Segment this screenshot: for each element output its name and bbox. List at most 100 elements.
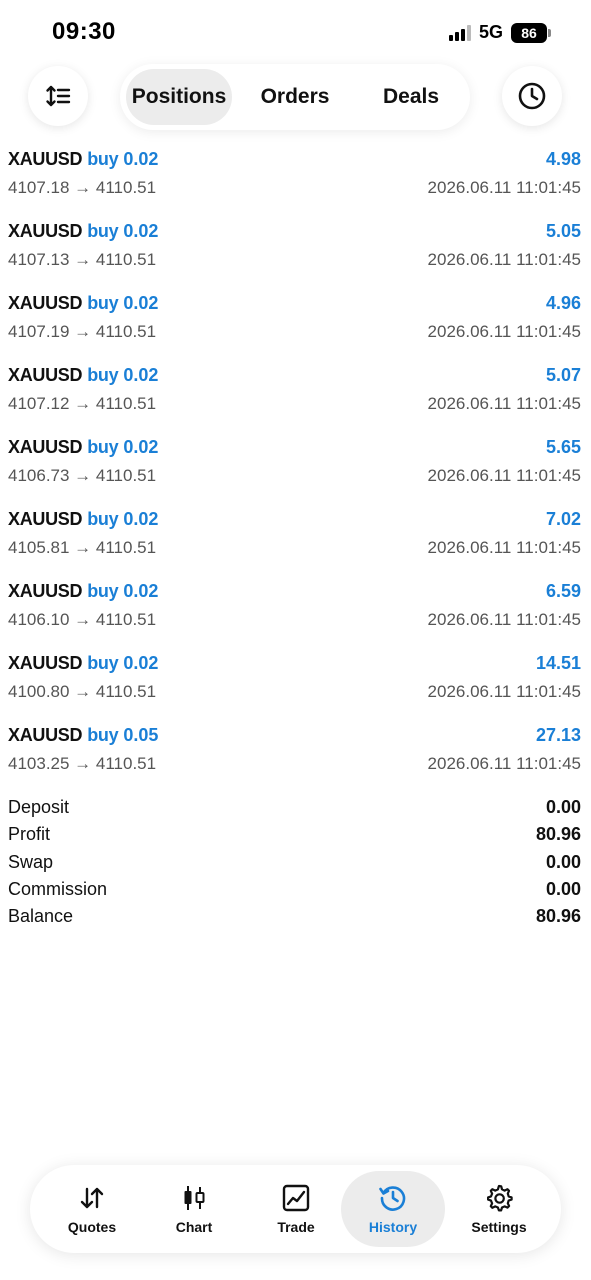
status-bar: 09:30 5G 86: [0, 0, 591, 64]
summary-label: Deposit: [8, 797, 70, 817]
deal-time: 2026.06.11 11:01:45: [427, 394, 581, 413]
deal-symbol: XAUUSD: [8, 149, 83, 169]
tab-deals-label: Deals: [382, 85, 440, 108]
deal-profit: 7.02: [545, 509, 581, 529]
deal-prices: 4103.25 → 4110.51: [8, 754, 157, 773]
deal-time: 2026.06.11 11:01:45: [427, 538, 581, 557]
deal-prices: 4106.10 → 4110.51: [8, 610, 157, 629]
deal-title: XAUUSD buy 0.02: [8, 221, 158, 242]
deal-prices: 4105.81 → 4110.51: [8, 538, 157, 557]
network-type: 5G: [478, 22, 503, 42]
deal-volume: 0.02: [123, 293, 159, 313]
summary-value: 80.96: [535, 906, 581, 927]
summary-label: Swap: [8, 851, 54, 872]
summary-row: Swap 0.00: [0, 850, 591, 877]
deal-volume: 0.02: [123, 509, 159, 529]
deal-profit: 5.65: [545, 437, 581, 457]
tab-chart[interactable]: Chart: [142, 1171, 246, 1247]
summary-value: 80.96: [535, 824, 581, 845]
quotes-arrows-icon: [80, 1187, 104, 1209]
deal-volume: 0.02: [123, 221, 159, 241]
deal-volume: 0.02: [123, 653, 159, 673]
deal-side: buy: [87, 149, 119, 169]
deal-time: 2026.06.11 11:01:45: [427, 466, 581, 485]
summary-row: Deposit 0.00: [0, 795, 591, 822]
tab-trade-label: Trade: [277, 1219, 315, 1235]
summary-label: Commission: [8, 878, 108, 899]
history-mode-segmented-control: Positions Orders Deals: [120, 64, 470, 130]
tab-orders-label: Orders: [260, 85, 330, 108]
gear-icon: [487, 1184, 513, 1212]
deal-side: buy: [87, 365, 119, 385]
cellular-signal-icon: [448, 24, 471, 41]
deal-row[interactable]: XAUUSD buy 0.02 4.96 4107.19 → 4110.51 2026…: [0, 287, 591, 359]
top-toolbar: Positions Orders Deals: [0, 64, 591, 130]
deal-volume: 0.02: [123, 365, 159, 385]
deal-prices: 4107.12 → 4110.51: [8, 394, 157, 413]
tab-trade[interactable]: Trade: [244, 1171, 348, 1247]
deal-title: XAUUSD buy 0.02: [8, 365, 158, 386]
deal-profit: 5.07: [545, 365, 581, 385]
summary-row: Profit 80.96: [0, 822, 591, 849]
deal-profit: 14.51: [535, 653, 581, 673]
deal-volume: 0.02: [123, 437, 159, 457]
period-button[interactable]: [502, 66, 562, 126]
tab-positions[interactable]: Positions: [126, 69, 232, 125]
tab-settings[interactable]: Settings: [447, 1171, 551, 1247]
trade-line-chart-icon: [282, 1184, 310, 1212]
deal-symbol: XAUUSD: [8, 581, 83, 601]
deal-row[interactable]: XAUUSD buy 0.02 5.65 4106.73 → 4110.51 2026…: [0, 431, 591, 503]
deal-profit: 4.96: [545, 293, 581, 313]
deal-row[interactable]: XAUUSD buy 0.02 14.51 4100.80 → 4110.51 202…: [0, 647, 591, 719]
deal-volume: 0.05: [123, 725, 159, 745]
deal-symbol: XAUUSD: [8, 437, 83, 457]
tab-positions-label: Positions: [131, 85, 227, 108]
deal-side: buy: [87, 437, 119, 457]
deal-profit: 27.13: [535, 725, 581, 745]
deal-profit: 4.98: [545, 149, 581, 169]
deal-title: XAUUSD buy 0.02: [8, 149, 158, 170]
deal-prices: 4107.13 → 4110.51: [8, 250, 157, 269]
deal-title: XAUUSD buy 0.02: [8, 653, 158, 674]
sort-icon: [46, 85, 71, 107]
deal-time: 2026.06.11 11:01:45: [427, 754, 581, 773]
deal-title: XAUUSD buy 0.02: [8, 437, 158, 458]
deal-row[interactable]: XAUUSD buy 0.02 5.07 4107.12 → 4110.51 2026…: [0, 359, 591, 431]
deal-title: XAUUSD buy 0.02: [8, 581, 158, 602]
deal-row[interactable]: XAUUSD buy 0.02 7.02 4105.81 → 4110.51 2026…: [0, 503, 591, 575]
deal-side: buy: [87, 725, 119, 745]
deal-title: XAUUSD buy 0.05: [8, 725, 158, 746]
tab-history-label: History: [368, 1219, 418, 1235]
deal-symbol: XAUUSD: [8, 221, 83, 241]
deal-row[interactable]: XAUUSD buy 0.05 27.13 4103.25 → 4110.51 202…: [0, 719, 591, 791]
status-indicators: 5G 86: [448, 22, 551, 43]
tab-chart-label: Chart: [175, 1219, 213, 1235]
tab-settings-label: Settings: [471, 1219, 527, 1235]
deal-row[interactable]: XAUUSD buy 0.02 6.59 4106.10 → 4110.51 2026…: [0, 575, 591, 647]
deal-side: buy: [87, 581, 119, 601]
sort-button[interactable]: [28, 66, 88, 126]
tab-deals[interactable]: Deals: [358, 69, 464, 125]
deal-side: buy: [87, 509, 119, 529]
deal-symbol: XAUUSD: [8, 293, 83, 313]
deal-symbol: XAUUSD: [8, 365, 83, 385]
deal-time: 2026.06.11 11:01:45: [427, 610, 581, 629]
candlestick-icon: [184, 1186, 205, 1210]
deal-time: 2026.06.11 11:01:45: [427, 322, 581, 341]
summary-value: 0.00: [545, 797, 581, 817]
tab-history[interactable]: History: [341, 1171, 445, 1247]
tab-orders[interactable]: Orders: [242, 69, 348, 125]
status-time: 09:30: [52, 18, 116, 45]
deal-row[interactable]: XAUUSD buy 0.02 5.05 4107.13 → 4110.51 2026…: [0, 215, 591, 287]
deal-row[interactable]: XAUUSD buy 0.02 4.98 4107.18 → 4110.51 2026…: [0, 143, 591, 215]
summary-row: Commission 0.00: [0, 877, 591, 904]
deal-prices: 4106.73 → 4110.51: [8, 466, 157, 485]
deal-side: buy: [87, 293, 119, 313]
tab-quotes[interactable]: Quotes: [40, 1171, 144, 1247]
deal-volume: 0.02: [123, 149, 159, 169]
bottom-tab-bar: Quotes Chart Trade History Settings: [30, 1165, 561, 1253]
summary-row: Balance 80.96: [0, 904, 591, 931]
deal-symbol: XAUUSD: [8, 653, 83, 673]
deal-side: buy: [87, 221, 119, 241]
deals-list: XAUUSD buy 0.02 4.98 4107.18 → 4110.51 2026…: [0, 143, 591, 791]
